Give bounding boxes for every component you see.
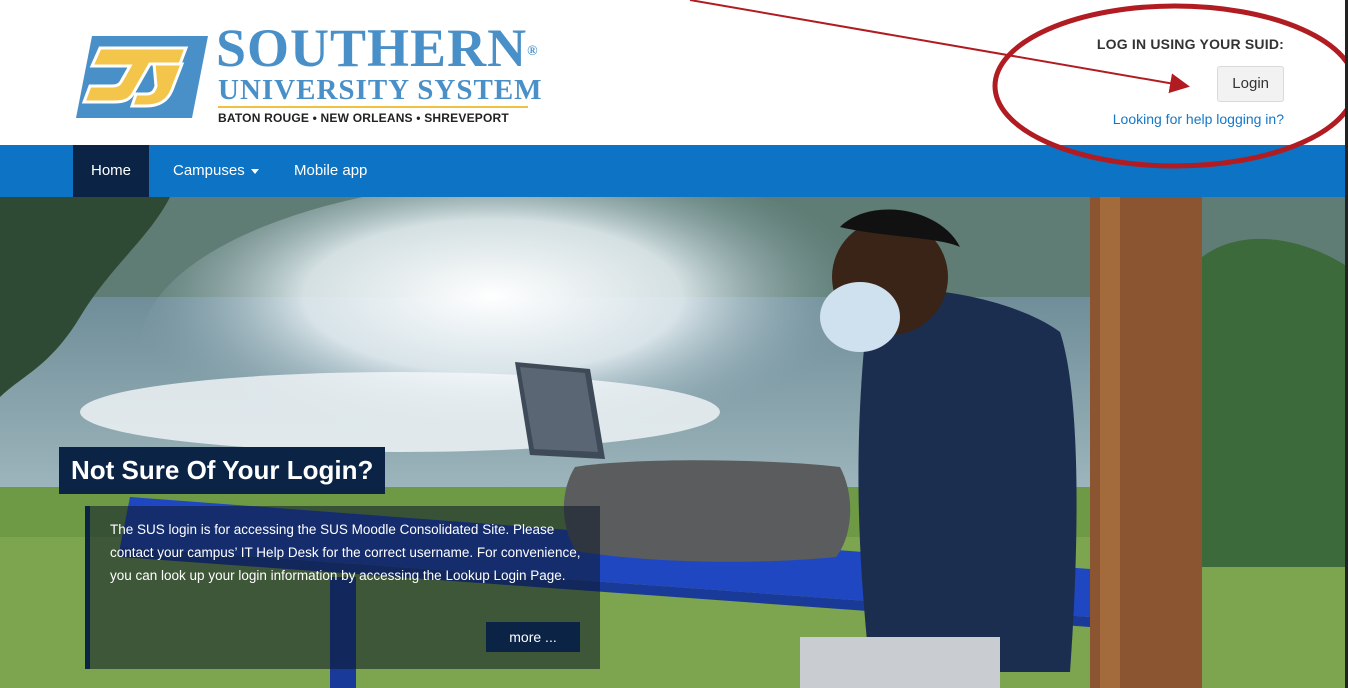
brand-locations: BATON ROUGE • NEW ORLEANS • SHREVEPORT <box>218 111 509 125</box>
login-button[interactable]: Login <box>1217 66 1284 102</box>
nav-home[interactable]: Home <box>73 145 150 197</box>
login-title: LOG IN USING YOUR SUID: <box>1096 36 1284 52</box>
hero-heading: Not Sure Of Your Login? <box>59 447 386 494</box>
site-header: SOUTHERN® UNIVERSITY SYSTEM BATON ROUGE … <box>0 0 1348 145</box>
site-logo[interactable]: SOUTHERN® UNIVERSITY SYSTEM BATON ROUGE … <box>70 18 550 130</box>
chevron-down-icon <box>250 168 259 174</box>
brand-name: SOUTHERN® <box>216 18 539 78</box>
more-button[interactable]: more ... <box>486 622 580 652</box>
su-logo-icon <box>76 36 208 118</box>
hero-info-card: The SUS login is for accessing the SUS M… <box>85 506 600 669</box>
nav-home-label: Home <box>91 162 132 179</box>
brand-subtitle: UNIVERSITY SYSTEM <box>218 74 543 106</box>
brand-divider <box>218 106 528 108</box>
nav-campuses[interactable]: Campuses <box>155 145 277 197</box>
login-help-link[interactable]: Looking for help logging in? <box>1024 111 1284 127</box>
hero-banner: Not Sure Of Your Login? The SUS login is… <box>0 197 1348 688</box>
nav-mobile-app[interactable]: Mobile app <box>276 145 385 197</box>
main-navbar: Home Campuses Mobile app <box>0 145 1348 197</box>
nav-mobile-app-label: Mobile app <box>294 162 368 179</box>
login-panel: LOG IN USING YOUR SUID: Login Looking fo… <box>1024 36 1284 127</box>
hero-description: The SUS login is for accessing the SUS M… <box>110 522 581 583</box>
nav-campuses-label: Campuses <box>173 162 245 179</box>
